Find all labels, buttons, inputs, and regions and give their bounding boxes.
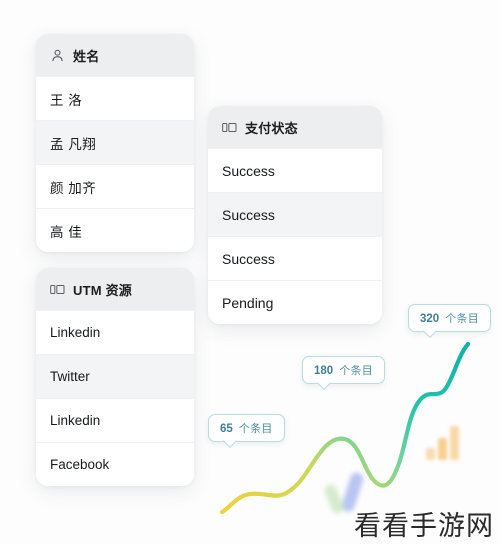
badge-unit: 个条目 [339, 365, 374, 377]
badge-unit: 个条目 [238, 423, 273, 435]
utm-column-header[interactable]: UTM 资源 [36, 268, 194, 310]
columns-icon [50, 282, 65, 297]
badge-unit: 个条目 [445, 313, 480, 325]
user-icon [50, 48, 65, 63]
payment-status-header[interactable]: 支付状态 [208, 106, 382, 148]
table-row[interactable]: Linkedin [36, 310, 194, 354]
entries-line-chart: 65 个条目 180 个条目 320 个条目 [196, 296, 500, 544]
cell-text: 王 洛 [50, 92, 83, 108]
name-column-label: 姓名 [73, 48, 100, 64]
status-badge: Success [222, 206, 275, 223]
name-column-card: 姓名 王 洛 孟 凡翔 颜 加齐 高 佳 [36, 34, 194, 252]
site-watermark: 看看手游网 [354, 511, 494, 542]
payment-status-card: 支付状态 Success Success Success Pending [208, 106, 382, 324]
cell-text: Facebook [50, 457, 110, 472]
cell-text: Twitter [50, 369, 90, 384]
badge-value: 180 [314, 365, 334, 377]
badge-value: 65 [220, 423, 233, 435]
cell-text: Linkedin [50, 413, 101, 428]
payment-status-label: 支付状态 [245, 120, 298, 136]
name-column-header[interactable]: 姓名 [36, 34, 194, 76]
cell-text: 孟 凡翔 [50, 136, 97, 152]
chart-tooltip-badge[interactable]: 65 个条目 [208, 414, 285, 442]
cell-text: 高 佳 [50, 224, 83, 240]
chart-tooltip-badge[interactable]: 320 个条目 [408, 304, 492, 332]
table-row[interactable]: 孟 凡翔 [36, 120, 194, 164]
utm-column-card: UTM 资源 Linkedin Twitter Linkedin Faceboo… [36, 268, 194, 486]
cell-text: Linkedin [50, 325, 101, 340]
table-row[interactable]: 颜 加齐 [36, 164, 194, 208]
cell-text: 颜 加齐 [50, 180, 97, 196]
status-badge: Success [222, 162, 275, 179]
columns-icon [222, 120, 237, 135]
table-row[interactable]: Facebook [36, 442, 194, 486]
table-row[interactable]: 王 洛 [36, 76, 194, 120]
table-row[interactable]: Success [208, 148, 382, 192]
badge-value: 320 [420, 313, 440, 325]
table-row[interactable]: Success [208, 236, 382, 280]
utm-column-label: UTM 资源 [73, 282, 132, 298]
table-row[interactable]: 高 佳 [36, 208, 194, 252]
status-badge: Success [222, 250, 275, 267]
table-row[interactable]: Twitter [36, 354, 194, 398]
table-row[interactable]: Linkedin [36, 398, 194, 442]
chart-tooltip-badge[interactable]: 180 个条目 [302, 356, 386, 384]
table-row[interactable]: Success [208, 192, 382, 236]
